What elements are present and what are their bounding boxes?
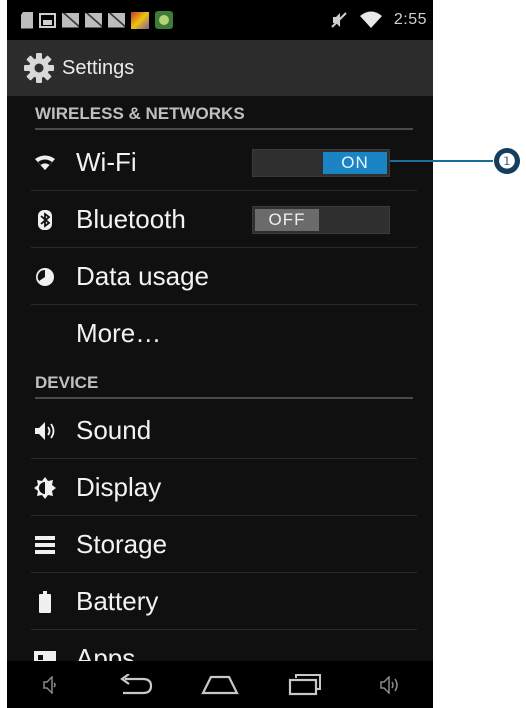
action-bar: Settings [7,40,433,96]
status-bar: 2:55 [7,0,433,40]
settings-item-label: Bluetooth [76,204,186,234]
zombie-app-icon [155,11,173,29]
back-icon[interactable] [112,670,158,700]
recent-apps-icon[interactable] [282,670,328,700]
data-usage-icon [33,265,57,289]
settings-item-label: More… [76,318,162,348]
section-header-device: DEVICE [35,373,413,399]
picture-icon [39,12,56,28]
bluetooth-toggle-switch[interactable]: OFF [252,205,390,234]
settings-item-display[interactable]: Display [7,459,433,516]
storage-icon [33,533,57,557]
settings-item-label: Data usage [76,261,209,291]
mail-icon [85,12,102,28]
wifi-signal-icon [359,11,382,28]
wifi-toggle-switch[interactable]: ON [252,148,390,177]
settings-item-label: Battery [76,586,159,616]
mute-icon [331,12,347,28]
settings-item-label: Wi-Fi [76,147,137,177]
navigation-bar [7,661,433,708]
clock: 2:55 [393,11,427,28]
callout-number-badge: ❶ [494,148,520,174]
game-icon [131,11,149,29]
settings-item-label: Storage [76,529,168,559]
display-brightness-icon [33,476,57,500]
settings-item-more[interactable]: More… [7,305,433,362]
phone-screen: 2:55 Settings WIRELESS & NETWORKS Wi-Fi … [7,0,433,708]
section-header-wireless: WIRELESS & NETWORKS [35,104,413,130]
mail-icon [62,12,79,28]
volume-up-icon[interactable] [367,670,413,700]
toggle-state: ON [323,151,387,174]
settings-item-label: Display [76,472,162,502]
mail-icon [108,12,125,28]
battery-icon [33,590,57,614]
settings-gear-icon[interactable] [23,52,55,84]
home-icon[interactable] [197,670,243,700]
settings-item-bluetooth[interactable]: Bluetooth OFF [7,191,433,248]
settings-item-battery[interactable]: Battery [7,573,433,630]
page-title: Settings [62,56,135,79]
settings-item-sound[interactable]: Sound [7,402,433,459]
system-status: 2:55 [330,11,427,29]
toggle-state: OFF [255,208,319,231]
volume-down-icon[interactable] [27,670,73,700]
bluetooth-icon [33,208,57,232]
settings-item-storage[interactable]: Storage [7,516,433,573]
notification-icons [21,11,173,29]
settings-item-label: Sound [76,415,152,445]
sd-card-icon [21,11,33,29]
wifi-icon [33,151,57,175]
callout-line [390,160,493,162]
settings-item-data-usage[interactable]: Data usage [7,248,433,305]
speaker-icon [33,419,57,443]
settings-item-wifi[interactable]: Wi-Fi ON [7,134,433,191]
